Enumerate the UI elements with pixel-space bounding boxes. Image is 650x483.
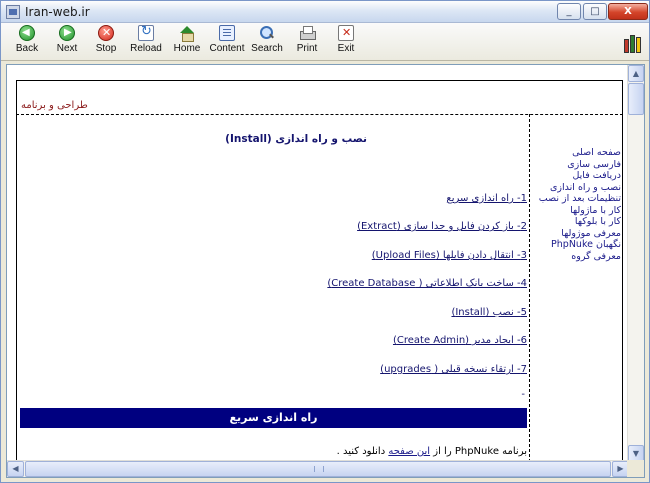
next-button[interactable]: Next [53, 25, 81, 59]
app-icon [6, 5, 20, 19]
section-heading: راه اندازی سریع [20, 408, 527, 428]
stop-button[interactable]: Stop [93, 25, 119, 59]
content-viewport: طراحی و برنامه صفحه اصلی فارسی سازی دریا… [6, 64, 645, 478]
sidebar-item-guard[interactable]: نگهبان PhpNuke [535, 239, 621, 251]
next-arrow-icon [59, 25, 75, 41]
close-button[interactable]: X [608, 3, 648, 20]
sidebar-item-install[interactable]: نصب و راه اندازی [535, 182, 621, 194]
vertical-scroll-thumb[interactable] [628, 83, 644, 115]
sidebar-item-team[interactable]: معرفی گروه [535, 251, 621, 263]
app-window: Iran-web.ir _ □ X Back Next Stop Reload … [0, 0, 650, 483]
sidebar-item-blocks[interactable]: کار با بلوکها [535, 216, 621, 228]
sidebar-item-farsi[interactable]: فارسی سازی [535, 159, 621, 171]
maximize-button[interactable]: □ [583, 3, 607, 20]
horizontal-scrollbar[interactable]: ◀ ▶ [7, 460, 629, 477]
exit-icon [338, 25, 354, 41]
books-icon[interactable] [623, 31, 643, 53]
print-button-label: Print [296, 43, 318, 54]
toc-link-5[interactable]: 5- نصب (Install) [451, 307, 527, 318]
window-title: Iran-web.ir [25, 5, 90, 19]
sidebar-item-module-intro[interactable]: معرفی موژولها [535, 228, 621, 240]
exit-button-label: Exit [337, 43, 355, 54]
content-icon [219, 25, 235, 41]
intro-paragraph: برنامه PhpNuke را از این صفحه دانلود کنی… [337, 446, 527, 457]
page-title: نصب و راه اندازی (Install) [225, 133, 367, 145]
stop-button-label: Stop [95, 43, 117, 54]
content-button-label: Content [209, 43, 245, 54]
sidebar-menu: صفحه اصلی فارسی سازی دریافت فایل نصب و ر… [535, 147, 621, 262]
toc-link-6[interactable]: 6- ایجاد مدیر (Create Admin) [393, 335, 527, 346]
stop-icon [98, 25, 114, 41]
home-icon [179, 25, 195, 42]
page-header-box: طراحی و برنامه [16, 80, 623, 114]
search-button[interactable]: Search [251, 25, 283, 59]
sidebar-item-home[interactable]: صفحه اصلی [535, 147, 621, 159]
web-page: طراحی و برنامه صفحه اصلی فارسی سازی دریا… [7, 65, 629, 462]
sidebar-item-download[interactable]: دریافت فایل [535, 170, 621, 182]
print-icon [299, 25, 316, 41]
back-button-label: Back [15, 43, 39, 54]
back-arrow-icon [19, 25, 35, 41]
toc-link-3[interactable]: 3- انتقال دادن فایلها (Upload Files) [372, 250, 527, 261]
back-button[interactable]: Back [13, 25, 41, 59]
search-icon [259, 25, 275, 41]
search-button-label: Search [251, 43, 283, 54]
dash-marker: - [521, 389, 525, 400]
toc-link-4[interactable]: 4- ساخت بانک اطلاعاتی ( Create Database) [327, 278, 527, 289]
paragraph-text-after: دانلود کنید . [336, 446, 389, 457]
home-button[interactable]: Home [172, 25, 202, 59]
home-button-label: Home [173, 43, 201, 54]
next-button-label: Next [56, 43, 78, 54]
minimize-button[interactable]: _ [557, 3, 581, 20]
toolbar: Back Next Stop Reload Home Content Searc… [1, 23, 649, 61]
reload-icon [138, 24, 154, 41]
sidebar-divider [529, 114, 530, 462]
download-page-link[interactable]: این صفحه [388, 446, 430, 457]
reload-button[interactable]: Reload [130, 24, 162, 59]
content-button[interactable]: Content [209, 25, 245, 59]
toc-link-1[interactable]: 1- راه اندازی سریع [446, 193, 527, 204]
print-button[interactable]: Print [295, 25, 319, 59]
sidebar-item-settings[interactable]: تنظیمات بعد از نصب [535, 193, 621, 205]
main-content: نصب و راه اندازی (Install) 1- راه اندازی… [18, 117, 527, 447]
vertical-scrollbar[interactable]: ▲ ▼ [627, 65, 644, 462]
scroll-up-button[interactable]: ▲ [628, 65, 644, 82]
sidebar-item-modules[interactable]: کار با ماژولها [535, 205, 621, 217]
scroll-left-button[interactable]: ◀ [7, 461, 24, 477]
toc-link-7[interactable]: 7- ارتقاء نسخه قبلی ( upgrades) [380, 364, 527, 375]
page-header-text: طراحی و برنامه [21, 100, 88, 111]
paragraph-text-before: برنامه PhpNuke را از [430, 446, 527, 457]
horizontal-scroll-thumb[interactable] [25, 461, 611, 477]
exit-button[interactable]: Exit [336, 25, 356, 59]
scrollbar-corner [627, 460, 644, 477]
reload-button-label: Reload [130, 43, 162, 54]
title-bar[interactable]: Iran-web.ir _ □ X [1, 1, 649, 23]
toc-link-2[interactable]: 2- باز کردن فایل و جدا سازی (Extract) [357, 221, 527, 232]
